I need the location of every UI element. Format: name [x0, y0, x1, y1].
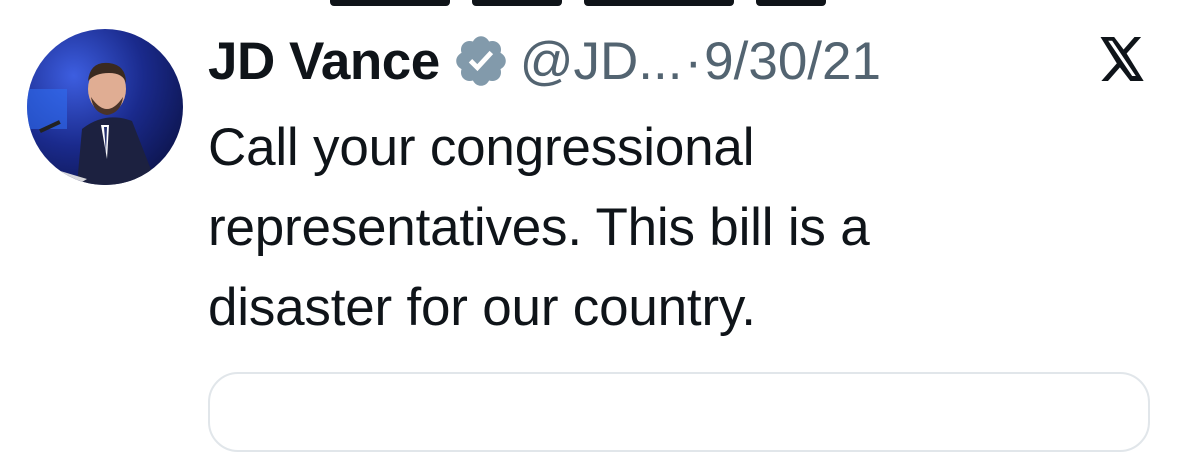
user-handle[interactable]: @JD... — [520, 31, 683, 92]
x-logo-icon[interactable] — [1098, 37, 1146, 81]
display-name[interactable]: JD Vance — [208, 31, 440, 92]
tweet-text: Call your congressional representatives.… — [208, 108, 1088, 348]
tweet-text-line: Call your congressional — [208, 118, 755, 177]
separator-dot: · — [684, 31, 703, 91]
embedded-card[interactable] — [208, 372, 1150, 452]
previous-tweet-cutoff-text — [330, 0, 970, 6]
profile-photo — [27, 29, 183, 185]
tweet-text-line: representatives. This bill is a — [208, 198, 870, 257]
avatar[interactable] — [27, 29, 183, 185]
tweet-timestamp[interactable]: 9/30/21 — [704, 31, 881, 92]
tweet-header: JD Vance @JD... · 9/30/21 — [208, 26, 881, 96]
tweet-text-line: disaster for our country. — [208, 278, 756, 337]
verified-badge-icon — [452, 32, 510, 90]
